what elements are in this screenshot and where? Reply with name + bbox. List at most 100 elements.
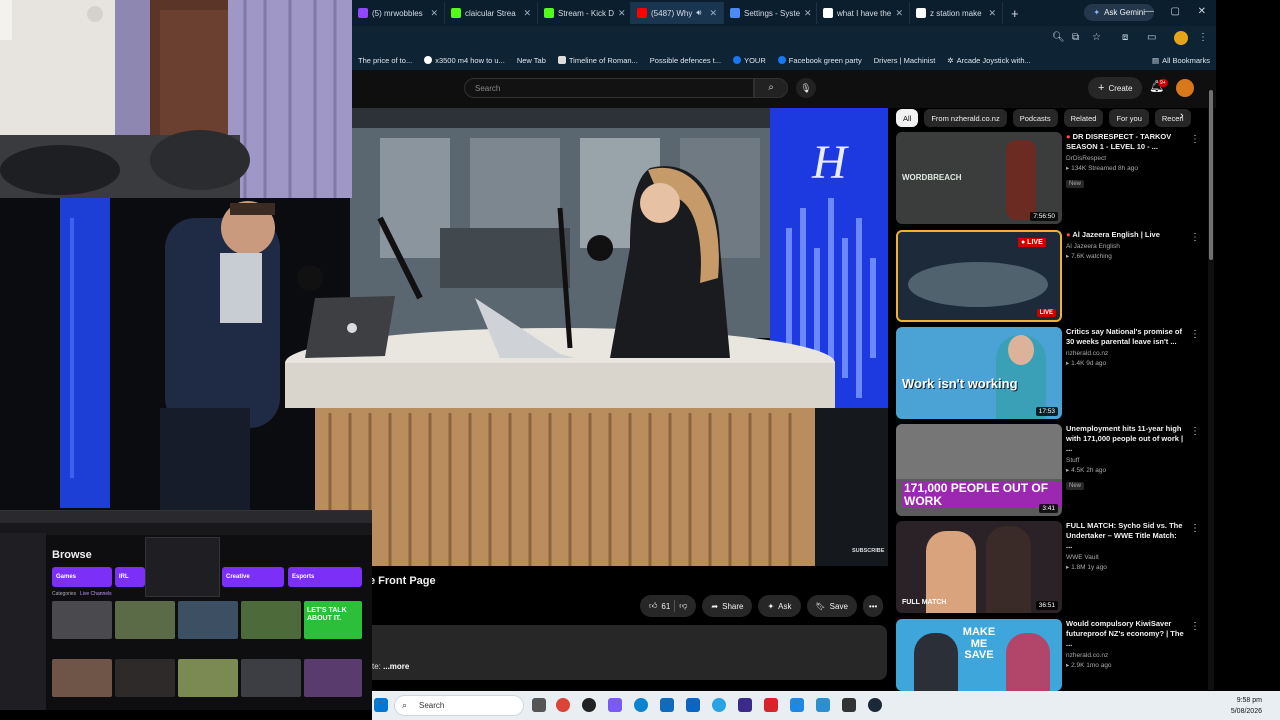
channel-name[interactable]: Al Jazeera English [1066, 243, 1184, 250]
sidebar-icon[interactable]: ▭ [1147, 32, 1156, 43]
video-thumbnail[interactable]: ● LIVE LIVE [896, 230, 1062, 322]
app-icon[interactable] [764, 698, 778, 712]
app-icon[interactable] [738, 698, 752, 712]
close-icon[interactable]: ✕ [523, 8, 531, 19]
close-icon[interactable]: ✕ [618, 8, 626, 19]
recommendation-title[interactable]: Unemployment hits 11-year high with 171,… [1066, 424, 1184, 454]
twitch-tab-live[interactable]: Live Channels [80, 591, 112, 597]
recommendation-title[interactable]: ● Al Jazeera English | Live [1066, 230, 1184, 240]
chrome-icon[interactable] [556, 698, 570, 712]
more-vertical-icon[interactable]: ⋮ [1190, 523, 1200, 534]
bookmark-item[interactable]: Facebook green party [772, 56, 868, 65]
recommendation-title[interactable]: Would compulsory KiwiSaver futureproof N… [1066, 619, 1184, 649]
recommendation-item[interactable]: ● LIVE LIVE ● Al Jazeera English | Live … [896, 230, 1206, 322]
more-vertical-icon[interactable]: ⋮ [1190, 134, 1200, 145]
close-icon[interactable]: ✕ [895, 8, 903, 19]
more-vertical-icon[interactable]: ⋮ [1190, 329, 1200, 340]
video-thumbnail[interactable]: FULL MATCH 36:51 [896, 521, 1062, 613]
share-button[interactable]: ➦ Share [702, 595, 753, 617]
channel-name[interactable]: nzherald.co.nz [1066, 350, 1184, 357]
close-icon[interactable]: ✕ [709, 8, 717, 19]
stream-thumbnail[interactable] [52, 659, 112, 697]
store-icon[interactable] [660, 698, 674, 712]
stream-thumbnail[interactable] [178, 659, 238, 697]
recommendation-item[interactable]: 171,000 PEOPLE OUT OF WORK 3:41 Unemploy… [896, 424, 1206, 516]
more-link[interactable]: ...more [383, 662, 409, 671]
chevron-right-icon[interactable]: › [1180, 110, 1184, 122]
twitch-dropdown[interactable] [145, 537, 220, 597]
steam-icon[interactable] [868, 698, 882, 712]
twitch-tab-categories[interactable]: Categories [52, 591, 76, 597]
bookmark-item[interactable]: Drivers | Machinist [868, 56, 942, 65]
system-clock[interactable]: 9:58 pm 5/08/2026 [1162, 696, 1262, 717]
voice-search-button[interactable]: 🎙︎ [796, 78, 816, 98]
thumbs-down-icon[interactable]: 👎︎ [679, 601, 687, 611]
video-thumbnail[interactable]: Work isn't working 17:53 [896, 327, 1062, 419]
more-vertical-icon[interactable]: ⋮ [1190, 232, 1200, 243]
star-icon[interactable]: ☆ [1092, 32, 1101, 43]
browser-tab-active[interactable]: (5487) Why 🔊︎ ✕ [631, 2, 724, 24]
stream-thumbnail-promo[interactable]: LET'S TALK ABOUT IT. [304, 601, 362, 639]
browser-tab[interactable]: (5) mrwobbles ✕ [352, 2, 445, 24]
save-button[interactable]: 🔖︎ Save [806, 595, 857, 617]
chip-recent[interactable]: Recen [1154, 109, 1191, 127]
search-button[interactable]: ⌕ [754, 78, 788, 98]
bookmark-item[interactable]: ✲ Arcade Joystick with... [941, 56, 1037, 65]
stream-thumbnail[interactable] [178, 601, 238, 639]
ask-button[interactable]: ✦ Ask [758, 595, 801, 617]
bookmark-item[interactable]: x3500 m4 how to u... [418, 56, 511, 65]
cast-icon[interactable]: ⧉ [1072, 32, 1079, 43]
obs-icon[interactable] [582, 698, 596, 712]
bookmark-item[interactable]: YOUR [727, 56, 772, 65]
category-esports[interactable]: Esports [288, 567, 362, 587]
more-vertical-icon[interactable]: ⋮ [1190, 426, 1200, 437]
channel-name[interactable]: Stuff [1066, 457, 1184, 464]
speaker-icon[interactable]: 🔊︎ [696, 8, 701, 18]
menu-icon[interactable]: ⋮ [1198, 32, 1208, 43]
like-button[interactable]: 👍︎ 61 [649, 601, 670, 611]
stream-thumbnail[interactable] [115, 601, 175, 639]
bookmark-item[interactable]: The price of to... [352, 56, 418, 65]
chip-podcasts[interactable]: Podcasts [1012, 109, 1058, 127]
maximize-button[interactable]: ▢ [1171, 6, 1180, 17]
video-thumbnail[interactable]: MAKE ME SAVE [896, 619, 1062, 691]
mail-icon[interactable] [790, 698, 804, 712]
create-button[interactable]: + Create [1088, 77, 1143, 99]
bookmark-item[interactable]: New Tab [511, 56, 552, 65]
browser-tab[interactable]: claicular Strea ✕ [445, 2, 538, 24]
app-icon[interactable] [816, 698, 830, 712]
twitch-sidebar[interactable] [0, 533, 46, 710]
close-icon[interactable]: ✕ [804, 8, 812, 19]
more-actions-button[interactable]: ••• [862, 595, 884, 617]
stream-thumbnail[interactable] [52, 601, 112, 639]
browser-tab[interactable]: what I have the ✕ [817, 2, 910, 24]
description-box[interactable] [362, 625, 887, 680]
chip-for-you[interactable]: For you [1109, 109, 1149, 127]
channel-name[interactable]: WWE Vault [1066, 554, 1184, 561]
subscribe-watermark[interactable]: SUBSCRIBE [852, 548, 884, 554]
recommendation-item[interactable]: Work isn't working 17:53 Critics say Nat… [896, 327, 1206, 419]
edge-icon[interactable] [634, 698, 648, 712]
close-icon[interactable]: ✕ [430, 8, 438, 19]
stream-thumbnail[interactable] [241, 601, 301, 639]
chip-related[interactable]: Related [1063, 109, 1104, 127]
zoom-icon[interactable]: 🔍︎ [1052, 32, 1065, 43]
recommendation-title[interactable]: Critics say National's promise of 30 wee… [1066, 327, 1184, 347]
recommendation-item[interactable]: FULL MATCH 36:51 FULL MATCH: Sycho Sid v… [896, 521, 1206, 613]
category-creative[interactable]: Creative [222, 567, 284, 587]
recommendation-title[interactable]: FULL MATCH: Sycho Sid vs. The Undertaker… [1066, 521, 1184, 551]
all-bookmarks[interactable]: ▤ All Bookmarks [1146, 56, 1216, 65]
telegram-icon[interactable] [712, 698, 726, 712]
app-icon[interactable] [686, 698, 700, 712]
stream-thumbnail[interactable] [304, 659, 362, 697]
close-icon[interactable]: ✕ [988, 8, 996, 19]
browser-tab[interactable]: z station make ✕ [910, 2, 1003, 24]
minimize-button[interactable]: — [1144, 6, 1154, 17]
bookmark-item[interactable]: Timeline of Roman... [552, 56, 644, 65]
category-irl[interactable]: IRL [115, 567, 145, 587]
profile-avatar[interactable] [1174, 31, 1188, 48]
task-view-icon[interactable] [532, 698, 546, 712]
browser-tab[interactable]: Stream - Kick D ✕ [538, 2, 631, 24]
recommendation-title[interactable]: ● DR DISRESPECT - TARKOV SEASON 1 - LEVE… [1066, 132, 1184, 152]
channel-name[interactable]: nzherald.co.nz [1066, 652, 1184, 659]
